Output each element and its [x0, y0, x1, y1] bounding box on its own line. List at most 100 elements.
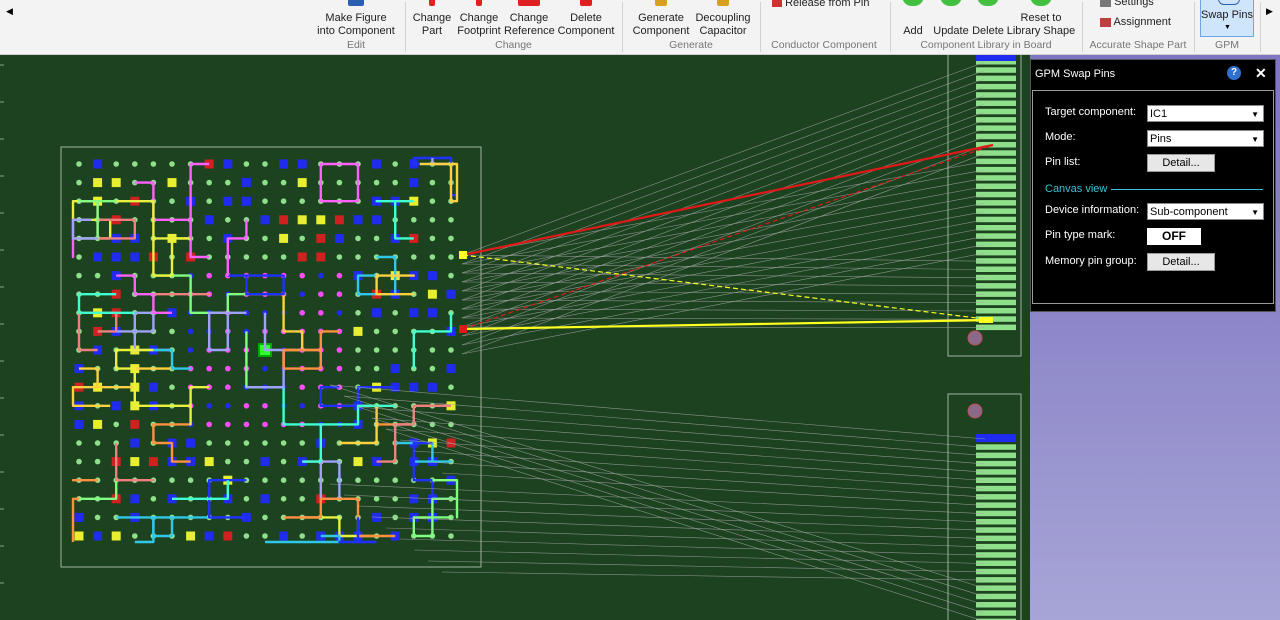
bga-pin [316, 215, 326, 225]
ribbon-scroll-left-icon[interactable]: ◀ [6, 6, 13, 17]
bga-pin [111, 401, 121, 411]
bga-pin [243, 440, 250, 446]
bga-pin [111, 178, 121, 188]
connector-mounting-hole [967, 403, 983, 419]
bga-pin [299, 477, 306, 484]
release-from-pin-button[interactable]: Release from Pin [772, 0, 869, 9]
bga-pin [223, 159, 233, 169]
decoupling-capacitor-button[interactable]: Decoupling Capacitor [692, 0, 754, 38]
bga-pin [355, 235, 361, 242]
bga-pin [187, 347, 194, 353]
connector-pad [976, 175, 1016, 181]
bga-pin [148, 457, 158, 467]
bga-pin [373, 347, 380, 353]
bga-pin [262, 403, 268, 409]
pin-type-mark-toggle[interactable]: OFF [1147, 228, 1201, 245]
add-icon [902, 0, 924, 6]
connector-pad [976, 92, 1016, 98]
bga-pin [411, 254, 417, 260]
generate-component-icon [655, 0, 667, 6]
reset-library-shape-button[interactable]: Reset to Library Shape [1006, 0, 1076, 38]
assignment-icon [1100, 17, 1111, 27]
pcb-canvas[interactable] [0, 55, 1030, 620]
bga-pin [373, 235, 380, 242]
change-reference-button[interactable]: Change Reference [504, 0, 555, 38]
change-reference-label-2: Reference [504, 25, 555, 37]
section-divider [1111, 189, 1263, 190]
change-footprint-button[interactable]: Change Footprint [455, 0, 503, 38]
bga-pin [169, 198, 175, 204]
bga-pin [392, 310, 399, 316]
bga-pin [336, 347, 343, 353]
make-figure-button[interactable]: Make Figure into Component [312, 0, 400, 38]
close-icon[interactable]: ✕ [1255, 65, 1267, 82]
bga-pin [113, 421, 119, 428]
bga-pin [206, 198, 212, 204]
update-button[interactable]: Update [930, 0, 972, 38]
delete-button[interactable]: Delete [970, 0, 1006, 38]
bga-pin [334, 233, 344, 243]
group-label-edit: Edit [346, 39, 366, 51]
bga-pin [409, 494, 419, 504]
swap-pins-button[interactable]: Swap Pins ▼ [1200, 0, 1254, 37]
bga-pin [130, 438, 140, 448]
bga-pin [74, 531, 84, 541]
connector-pad [976, 208, 1016, 214]
bga-pin [429, 179, 436, 186]
bga-pin [132, 161, 138, 167]
change-part-button[interactable]: Change Part [410, 0, 454, 38]
bga-pin [429, 347, 436, 353]
connector-pad [976, 585, 1016, 591]
mode-select[interactable]: Pins ▼ [1147, 130, 1264, 147]
add-button[interactable]: Add [896, 0, 930, 38]
bga-pin [373, 496, 380, 502]
bga-pin [243, 421, 250, 428]
settings-label: Settings [1114, 0, 1154, 8]
gpm-swap-pins-panel: GPM Swap Pins ? ✕ Target component: IC1 … [1030, 59, 1276, 312]
help-icon[interactable]: ? [1227, 66, 1241, 80]
bga-pin [243, 254, 250, 260]
device-information-select[interactable]: Sub-component ▼ [1147, 203, 1264, 220]
assignment-button[interactable]: Assignment [1100, 16, 1171, 28]
bga-pin [448, 254, 454, 260]
bga-pin [111, 252, 121, 262]
bga-pin [411, 217, 417, 223]
pin-list-label: Pin list: [1045, 156, 1081, 168]
bga-pin [262, 161, 268, 167]
memory-pin-group-detail-button[interactable]: Detail... [1147, 253, 1215, 271]
ribbon-scroll-right-icon[interactable]: ▶ [1266, 6, 1273, 17]
bga-pin [169, 477, 175, 484]
bga-pin [130, 252, 140, 262]
panel-body: Target component: IC1 ▼ Mode: Pins ▼ Pin… [1032, 90, 1274, 304]
swap-pins-label: Swap Pins [1201, 9, 1253, 21]
connector-mounting-hole [967, 330, 983, 346]
bga-pin [297, 159, 307, 169]
mode-label: Mode: [1045, 131, 1076, 143]
group-label-change: Change [495, 39, 532, 51]
generate-component-button[interactable]: Generate Component [628, 0, 694, 38]
bga-pin [429, 198, 436, 204]
bga-pin [206, 235, 212, 242]
bga-pin [93, 419, 103, 429]
bga-pin [280, 458, 287, 465]
delete-component-button[interactable]: Delete Component [555, 0, 617, 38]
target-component-select[interactable]: IC1 ▼ [1147, 105, 1264, 122]
bga-pin [167, 178, 177, 188]
settings-button[interactable]: Settings [1100, 0, 1154, 8]
connector-pad [976, 610, 1016, 616]
bga-pin [262, 440, 268, 446]
connector-pad [976, 241, 1016, 248]
bga-pin [355, 254, 361, 260]
bga-pin [94, 440, 101, 446]
connector-pad [976, 108, 1016, 115]
bga-pin [448, 272, 454, 279]
device-information-label: Device information: [1045, 204, 1140, 216]
ribbon-separator [622, 2, 623, 52]
bga-pin [299, 235, 306, 242]
pin-list-detail-button[interactable]: Detail... [1147, 154, 1215, 172]
connector-pad [976, 117, 1016, 123]
delete-component-icon [580, 0, 592, 6]
bga-pin [279, 233, 289, 243]
bga-pin [76, 254, 82, 260]
connector-pad [976, 200, 1016, 206]
